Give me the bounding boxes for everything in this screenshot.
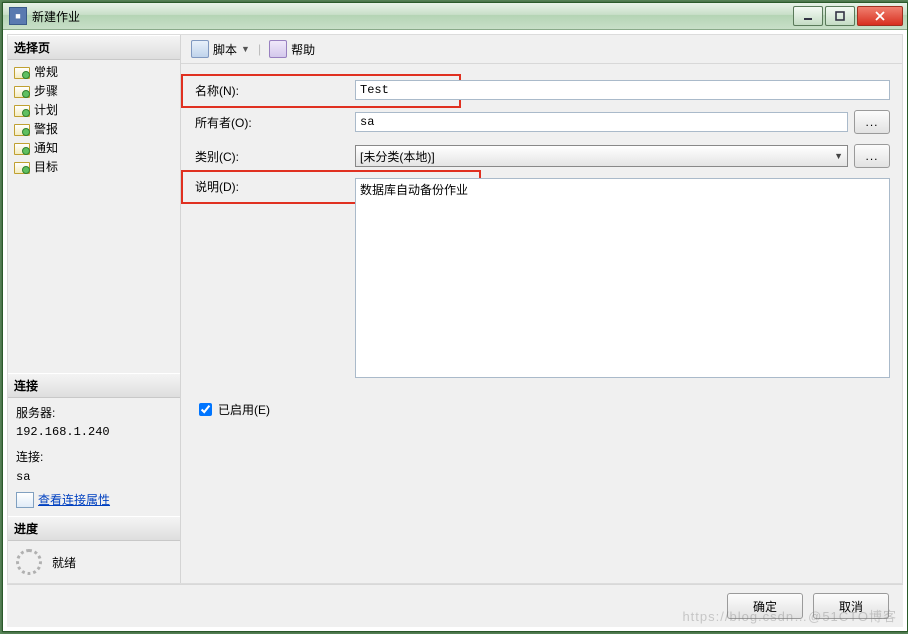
row-enabled: 已启用(E)	[191, 400, 890, 419]
page-icon	[14, 122, 30, 135]
category-value: [未分类(本地)]	[360, 148, 435, 165]
owner-input[interactable]	[355, 112, 848, 132]
view-connection-link[interactable]: 查看连接属性	[38, 491, 110, 510]
window-buttons	[791, 6, 903, 26]
progress-header: 进度	[8, 516, 180, 541]
row-category: 类别(C): [未分类(本地)] ▼ ...	[191, 144, 890, 168]
minimize-button[interactable]	[793, 6, 823, 26]
progress-panel: 就绪	[8, 541, 180, 583]
name-label: 名称(N):	[191, 82, 355, 99]
progress-spinner-icon	[16, 549, 42, 575]
select-page-header: 选择页	[8, 35, 180, 60]
dialog-new-job: ■ 新建作业 选择页 常规 步骤 计划 警报 通知 目标 连接 服务器: 192…	[2, 2, 908, 632]
ok-button[interactable]: 确定	[727, 593, 803, 619]
page-item-alerts[interactable]: 警报	[12, 119, 176, 138]
row-name: 名称(N):	[191, 80, 890, 100]
page-icon	[14, 84, 30, 97]
page-list: 常规 步骤 计划 警报 通知 目标	[8, 60, 180, 373]
page-label: 步骤	[34, 82, 58, 99]
page-label: 通知	[34, 139, 58, 156]
help-label: 帮助	[291, 41, 315, 58]
row-description: 说明(D):	[191, 178, 890, 378]
script-button[interactable]: 脚本 ▼	[187, 38, 254, 60]
owner-label: 所有者(O):	[191, 114, 355, 131]
page-label: 计划	[34, 101, 58, 118]
description-textarea[interactable]	[355, 178, 890, 378]
description-label: 说明(D):	[191, 178, 355, 195]
maximize-button[interactable]	[825, 6, 855, 26]
title-bar[interactable]: ■ 新建作业	[3, 3, 907, 30]
script-icon	[191, 40, 209, 58]
page-icon	[14, 160, 30, 173]
app-icon: ■	[9, 7, 27, 25]
close-button[interactable]	[857, 6, 903, 26]
connection-header: 连接	[8, 373, 180, 398]
properties-icon	[16, 492, 34, 508]
window-title: 新建作业	[32, 8, 791, 25]
category-select[interactable]: [未分类(本地)] ▼	[355, 145, 848, 167]
chevron-down-icon: ▼	[834, 151, 843, 161]
category-browse-button[interactable]: ...	[854, 144, 890, 168]
page-item-steps[interactable]: 步骤	[12, 81, 176, 100]
page-label: 警报	[34, 120, 58, 137]
toolbar: 脚本 ▼ | 帮助	[181, 35, 902, 64]
help-icon	[269, 40, 287, 58]
page-item-notifications[interactable]: 通知	[12, 138, 176, 157]
form-general: 自定义名称 名称(N): 所有者(O): ... 类别(C): [未分类(本地)…	[181, 64, 902, 423]
category-label: 类别(C):	[191, 148, 355, 165]
main-panel: 脚本 ▼ | 帮助 自定义名称 名称(N): 所有者(O):	[181, 35, 902, 583]
server-label: 服务器:	[16, 404, 172, 423]
view-connection-properties[interactable]: 查看连接属性	[16, 491, 172, 510]
connection-panel: 服务器: 192.168.1.240 连接: sa 查看连接属性	[8, 398, 180, 516]
page-label: 目标	[34, 158, 58, 175]
chevron-down-icon: ▼	[241, 44, 250, 54]
enabled-checkbox[interactable]	[199, 403, 212, 416]
cancel-button[interactable]: 取消	[813, 593, 889, 619]
help-button[interactable]: 帮助	[265, 38, 319, 60]
connection-label: 连接:	[16, 448, 172, 467]
script-label: 脚本	[213, 41, 237, 58]
connection-value: sa	[16, 468, 172, 487]
page-icon	[14, 65, 30, 78]
server-value: 192.168.1.240	[16, 423, 172, 442]
sidebar: 选择页 常规 步骤 计划 警报 通知 目标 连接 服务器: 192.168.1.…	[8, 35, 181, 583]
page-icon	[14, 103, 30, 116]
page-item-general[interactable]: 常规	[12, 62, 176, 81]
progress-status: 就绪	[52, 554, 76, 571]
page-item-schedules[interactable]: 计划	[12, 100, 176, 119]
dialog-footer: 确定 取消	[7, 584, 903, 627]
name-input[interactable]	[355, 80, 890, 100]
dialog-body: 选择页 常规 步骤 计划 警报 通知 目标 连接 服务器: 192.168.1.…	[7, 34, 903, 584]
page-label: 常规	[34, 63, 58, 80]
owner-browse-button[interactable]: ...	[854, 110, 890, 134]
enabled-label: 已启用(E)	[218, 401, 270, 418]
row-owner: 所有者(O): ...	[191, 110, 890, 134]
page-item-targets[interactable]: 目标	[12, 157, 176, 176]
page-icon	[14, 141, 30, 154]
